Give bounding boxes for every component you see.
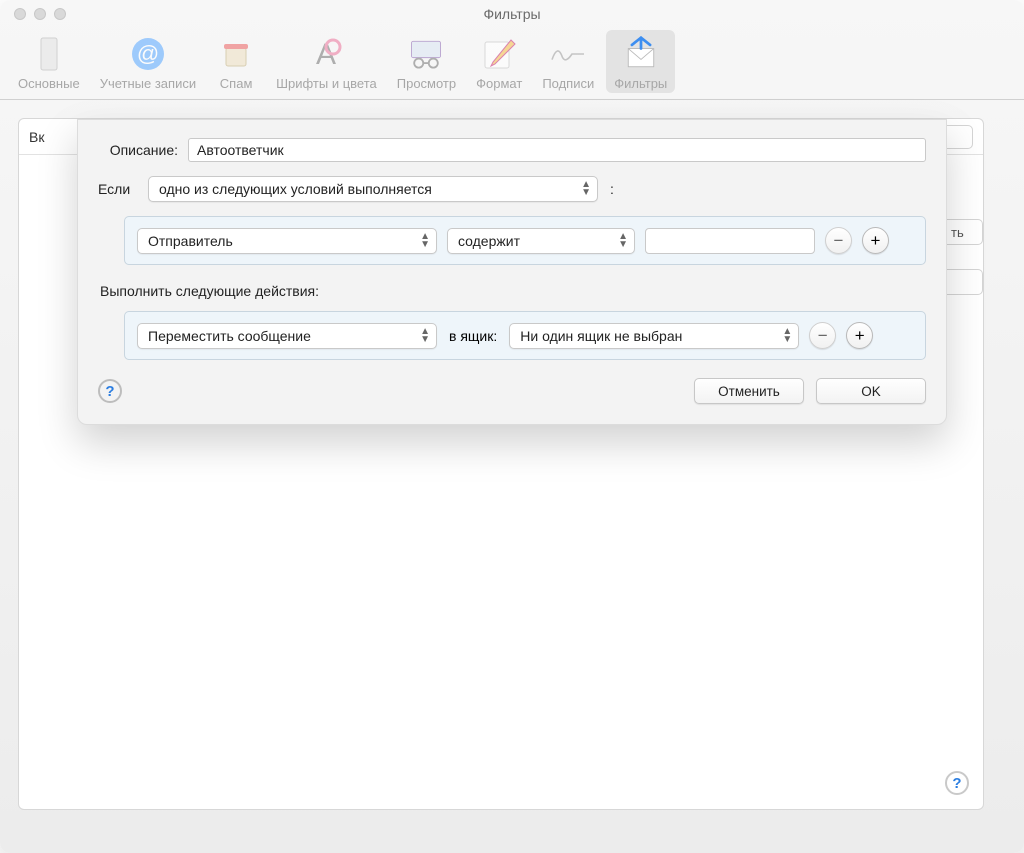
chevron-updown-icon [581, 181, 591, 197]
actions-label: Выполнить следующие действия: [100, 283, 926, 299]
rule-editor-sheet: Описание: Если одно из следующих условий… [77, 119, 947, 425]
edit-button-edge[interactable]: ть [947, 219, 983, 245]
window-controls [14, 8, 66, 20]
tab-viewing[interactable]: Просмотр [389, 30, 464, 93]
condition-field-select[interactable]: Отправитель [137, 228, 437, 254]
signature-icon [548, 34, 588, 74]
tab-signatures[interactable]: Подписи [534, 30, 602, 93]
at-icon: @ [128, 34, 168, 74]
chevron-updown-icon [420, 328, 430, 344]
chevron-updown-icon [782, 328, 792, 344]
colon: : [610, 181, 614, 197]
condition-operator-select[interactable]: содержит [447, 228, 635, 254]
tab-accounts[interactable]: @ Учетные записи [92, 30, 204, 93]
tab-general[interactable]: Основные [10, 30, 88, 93]
description-label: Описание: [98, 142, 178, 158]
action-type-select[interactable]: Переместить сообщение [137, 323, 437, 349]
trash-icon [216, 34, 256, 74]
cancel-button[interactable]: Отменить [694, 378, 804, 404]
remove-action-button[interactable]: − [809, 322, 836, 349]
rules-icon [621, 34, 661, 74]
svg-text:@: @ [137, 41, 159, 66]
action-row: Переместить сообщение в ящик: Ни один ящ… [124, 311, 926, 360]
if-label: Если [98, 181, 138, 197]
tab-junk[interactable]: Спам [208, 30, 264, 93]
if-condition-select[interactable]: одно из следующих условий выполняется [148, 176, 598, 202]
general-icon [29, 34, 69, 74]
condition-value-input[interactable] [645, 228, 815, 254]
ok-button[interactable]: OK [816, 378, 926, 404]
close-icon[interactable] [14, 8, 26, 20]
remove-condition-button[interactable]: − [825, 227, 852, 254]
titlebar: Фильтры [0, 0, 1024, 28]
tab-composing[interactable]: Формат [468, 30, 530, 93]
duplicate-button-edge[interactable] [947, 269, 983, 295]
chevron-updown-icon [618, 233, 628, 249]
fonts-icon: A [306, 34, 346, 74]
tab-fonts[interactable]: A Шрифты и цвета [268, 30, 385, 93]
column-enabled: Вк [29, 129, 44, 145]
add-action-button[interactable]: + [846, 322, 873, 349]
sheet-footer: ? Отменить OK [98, 378, 926, 404]
pencil-icon [479, 34, 519, 74]
preferences-window: Фильтры Основные @ Учетные записи Спам A… [0, 0, 1024, 853]
description-input[interactable] [188, 138, 926, 162]
sheet-help-button[interactable]: ? [98, 379, 122, 403]
action-mailbox-select[interactable]: Ни один ящик не выбран [509, 323, 799, 349]
to-mailbox-label: в ящик: [449, 328, 497, 344]
zoom-icon[interactable] [54, 8, 66, 20]
glasses-icon [406, 34, 446, 74]
side-buttons-edge: ть [947, 119, 983, 809]
add-condition-button[interactable]: + [862, 227, 889, 254]
minimize-icon[interactable] [34, 8, 46, 20]
condition-row: Отправитель содержит − + [124, 216, 926, 265]
chevron-updown-icon [420, 233, 430, 249]
window-title: Фильтры [483, 6, 540, 22]
preferences-toolbar: Основные @ Учетные записи Спам A Шрифты … [0, 28, 1024, 100]
tab-rules[interactable]: Фильтры [606, 30, 675, 93]
help-button[interactable]: ? [945, 771, 969, 795]
